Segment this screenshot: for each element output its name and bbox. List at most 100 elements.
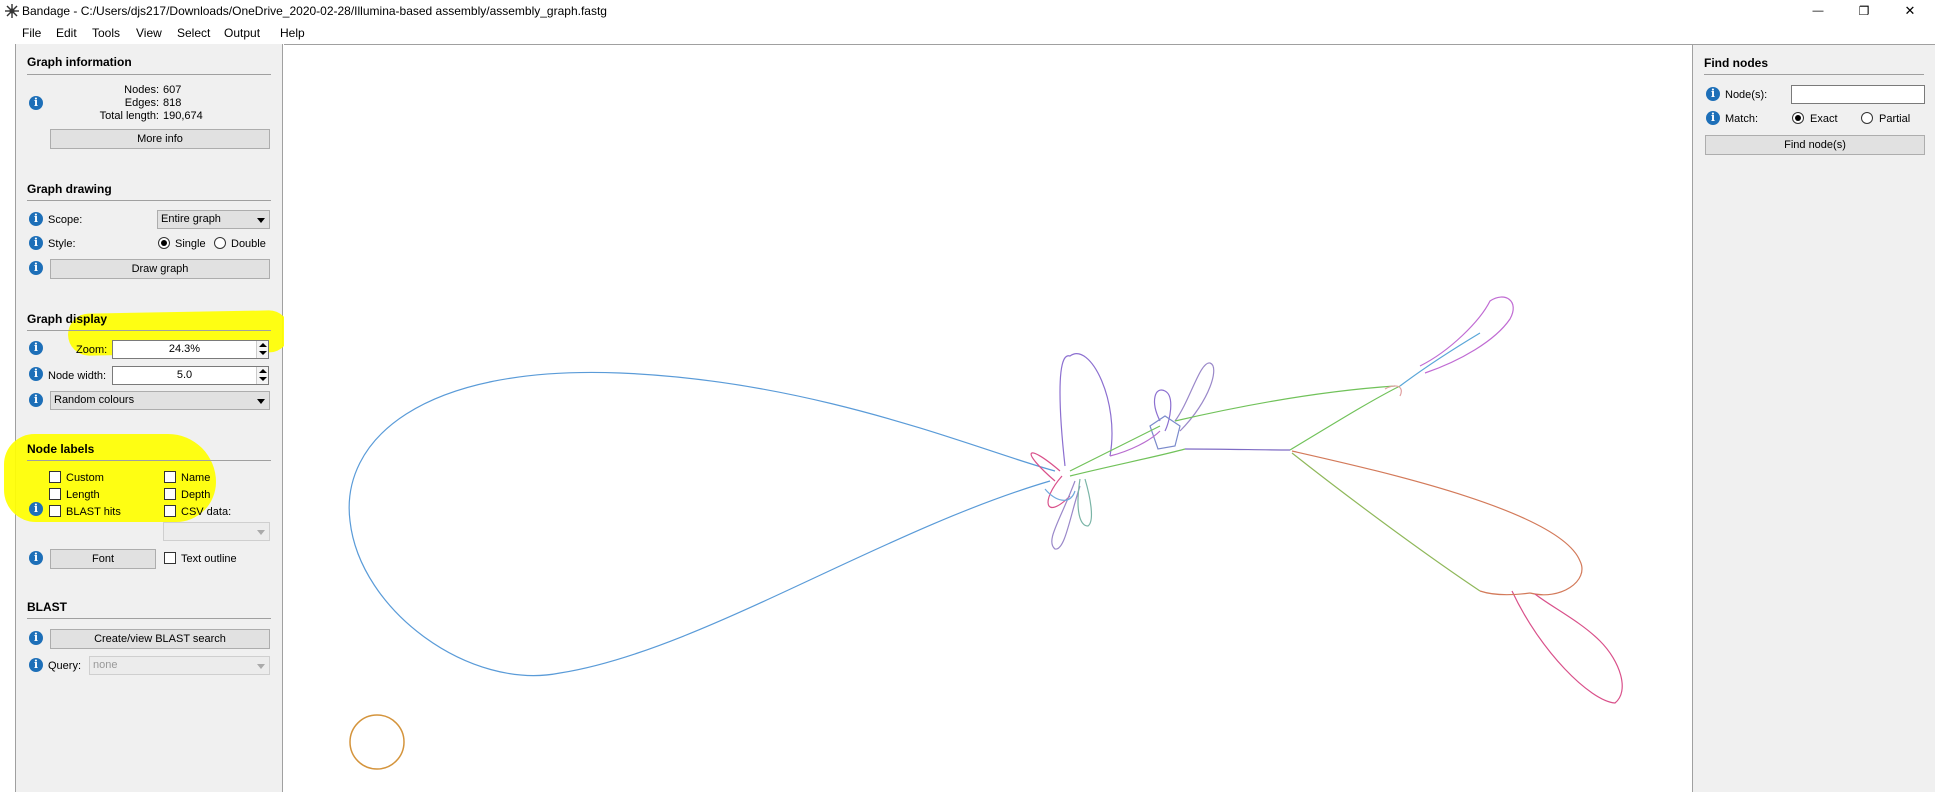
chevron-down-icon [257, 664, 265, 669]
info-icon[interactable]: i [29, 236, 43, 250]
window-title: Bandage - C:/Users/djs217/Downloads/OneD… [22, 4, 607, 18]
style-label: Style: [48, 238, 76, 250]
zoom-value: 24.3% [168, 343, 201, 355]
node-width-spinbox[interactable]: 5.0 [112, 366, 269, 385]
style-single-label: Single [175, 238, 206, 250]
match-label: Match: [1725, 113, 1759, 125]
menu-help[interactable]: Help [280, 26, 305, 40]
graph-edge[interactable] [1479, 590, 1531, 596]
custom-checkbox[interactable] [49, 471, 61, 483]
bandage-app-icon [5, 4, 19, 18]
csv-data-checkbox[interactable] [164, 505, 176, 517]
minimize-button[interactable]: — [1795, 0, 1841, 22]
text-outline-label: Text outline [181, 553, 237, 565]
title-bar: Bandage - C:/Users/djs217/Downloads/OneD… [0, 0, 1935, 22]
style-double-label: Double [231, 238, 266, 250]
chevron-down-icon [257, 218, 265, 223]
depth-checkbox[interactable] [164, 488, 176, 500]
csv-data-label: CSV data: [181, 506, 232, 518]
menu-tools[interactable]: Tools [92, 26, 120, 40]
info-icon[interactable]: i [29, 551, 43, 565]
name-checkbox[interactable] [164, 471, 176, 483]
graph-display-header: Graph display [27, 312, 108, 326]
info-icon[interactable]: i [29, 212, 43, 226]
menu-file[interactable]: File [22, 26, 41, 40]
maximize-button[interactable]: ❐ [1841, 0, 1887, 22]
info-icon[interactable]: i [29, 631, 43, 645]
match-exact-radio[interactable] [1792, 112, 1804, 124]
csv-data-select[interactable] [163, 522, 270, 541]
info-icon[interactable]: i [29, 367, 43, 381]
spin-arrows-icon[interactable] [256, 341, 268, 358]
more-info-button[interactable]: More info [50, 129, 270, 149]
blast-hits-checkbox[interactable] [49, 505, 61, 517]
graph-edge[interactable] [1174, 362, 1215, 432]
graph-edge[interactable] [1069, 425, 1161, 472]
graph-information-header: Graph information [27, 55, 132, 69]
graph-edge[interactable] [1059, 353, 1113, 467]
close-icon: ✕ [1904, 3, 1916, 18]
divider [27, 330, 271, 331]
info-icon[interactable]: i [29, 261, 43, 275]
divider [27, 200, 271, 201]
graph-canvas[interactable] [284, 44, 1692, 792]
graph-edge[interactable] [1153, 389, 1172, 432]
spin-arrows-icon[interactable] [256, 367, 268, 384]
node-labels-header: Node labels [27, 442, 95, 456]
menu-bar: File Edit Tools View Select Output Help [0, 22, 1935, 44]
info-icon[interactable]: i [1706, 87, 1720, 101]
info-icon[interactable]: i [1706, 111, 1720, 125]
colour-scheme-select[interactable]: Random colours [50, 391, 270, 410]
text-outline-checkbox[interactable] [164, 552, 176, 564]
match-partial-label: Partial [1879, 113, 1911, 125]
graph-edge[interactable] [348, 371, 1056, 677]
total-length-label: Total length: [99, 110, 159, 122]
style-double-radio[interactable] [214, 237, 226, 249]
edges-label: Edges: [124, 97, 159, 109]
zoom-spinbox[interactable]: 24.3% [112, 340, 269, 359]
style-single-radio[interactable] [158, 237, 170, 249]
info-icon[interactable]: i [29, 393, 43, 407]
left-control-panel: Graph information i Nodes: 607 Edges: 81… [4, 44, 291, 792]
graph-edge[interactable] [1384, 385, 1402, 397]
divider [27, 74, 271, 75]
menu-view[interactable]: View [136, 26, 162, 40]
length-checkbox[interactable] [49, 488, 61, 500]
find-nodes-panel: Find nodes i Node(s): i Match: Exact Par… [1692, 44, 1935, 792]
nodes-label: Nodes: [124, 84, 159, 96]
info-icon[interactable]: i [29, 658, 43, 672]
blast-header: BLAST [27, 600, 67, 614]
match-exact-label: Exact [1810, 113, 1838, 125]
graph-edge[interactable] [1030, 452, 1061, 482]
edges-value: 818 [163, 97, 182, 109]
match-partial-radio[interactable] [1861, 112, 1873, 124]
node-ids-input[interactable] [1791, 85, 1925, 104]
graph-edge[interactable] [1399, 332, 1481, 387]
blast-query-select[interactable]: none [89, 656, 270, 675]
graph-edge[interactable] [1511, 590, 1623, 704]
node-width-value: 5.0 [176, 369, 193, 381]
graph-edge[interactable] [1051, 480, 1081, 550]
scope-value: Entire graph [161, 213, 221, 225]
close-window-button[interactable]: ✕ [1887, 0, 1933, 22]
graph-node-circle[interactable] [349, 714, 405, 770]
graph-edge[interactable] [1184, 448, 1291, 451]
chevron-down-icon [257, 399, 265, 404]
graph-edge[interactable] [1291, 450, 1583, 596]
chevron-down-icon [257, 530, 265, 535]
scope-select[interactable]: Entire graph [157, 210, 270, 229]
restore-icon: ❐ [1858, 4, 1870, 18]
info-icon[interactable]: i [29, 96, 43, 110]
info-icon[interactable]: i [29, 341, 43, 355]
blast-query-value: none [93, 659, 118, 671]
divider [27, 460, 271, 461]
colour-scheme-value: Random colours [54, 394, 135, 406]
menu-edit[interactable]: Edit [56, 26, 77, 40]
info-icon[interactable]: i [29, 502, 43, 516]
menu-output[interactable]: Output [224, 26, 260, 40]
draw-graph-button[interactable]: Draw graph [50, 259, 270, 279]
create-view-blast-search-button[interactable]: Create/view BLAST search [50, 629, 270, 649]
find-nodes-button[interactable]: Find node(s) [1705, 135, 1925, 155]
menu-select[interactable]: Select [177, 26, 210, 40]
font-button[interactable]: Font [50, 549, 156, 569]
